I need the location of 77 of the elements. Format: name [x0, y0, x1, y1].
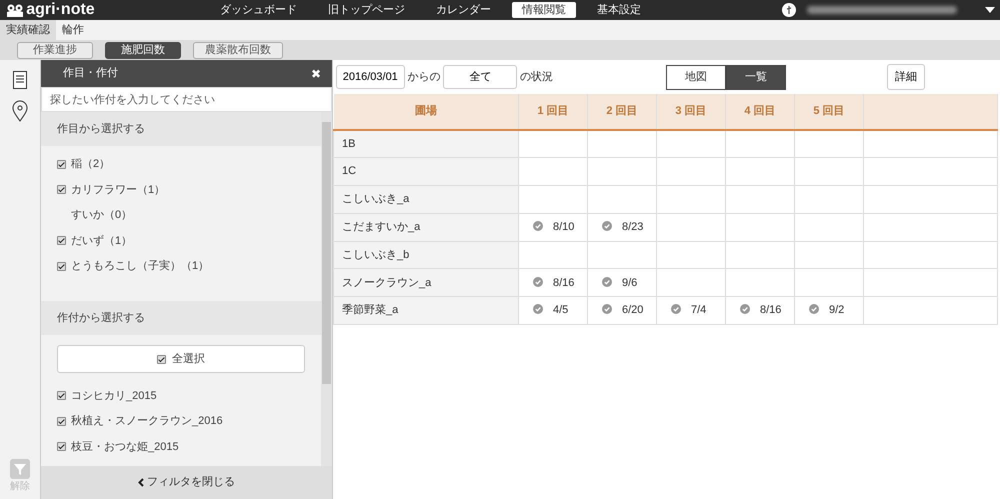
scope-dropdown[interactable]: 全て	[443, 65, 518, 89]
column-header: 4 回目	[726, 94, 794, 130]
nav-link[interactable]: ダッシュボード	[210, 2, 307, 18]
checkbox-label[interactable]: 秋植え・スノークラウン_2016	[71, 413, 223, 430]
field-name-cell: こしいぶき_a	[334, 186, 518, 214]
field-name-cell: 1C	[334, 158, 518, 186]
detail-button[interactable]: 詳細	[886, 64, 925, 90]
date-field[interactable]: 2016/03/01	[336, 65, 405, 89]
logo-text: agri·note	[26, 0, 95, 20]
checkbox[interactable]	[57, 442, 66, 452]
column-header: 2 回目	[588, 94, 656, 130]
map-pin-icon[interactable]	[12, 100, 28, 122]
checkbox-label[interactable]: すいか（0）	[71, 207, 132, 224]
column-header: 1 回目	[518, 94, 588, 130]
panel-title: 作目・作付	[63, 66, 118, 82]
checkbox[interactable]	[57, 262, 66, 271]
scrollbar[interactable]	[321, 112, 332, 466]
checkbox[interactable]	[57, 160, 66, 169]
document-icon[interactable]	[13, 71, 27, 89]
date-text: 9/6	[622, 276, 638, 289]
date-text: 6/20	[622, 304, 644, 316]
date-text: 4/5	[553, 304, 568, 316]
frog-logo-icon	[6, 4, 24, 16]
close-button[interactable]: ✖	[310, 64, 321, 82]
view-toggle[interactable]: 一覧	[726, 64, 786, 90]
check-circle-icon	[533, 304, 543, 314]
checkbox[interactable]	[57, 185, 66, 194]
checkbox-label[interactable]: だいず（1）	[71, 232, 132, 249]
checkbox-label[interactable]: 枝豆・おつな姫_2015	[71, 438, 179, 455]
check-circle-icon	[602, 276, 612, 287]
field-name-cell: こしいぶき_b	[334, 241, 518, 269]
checkbox[interactable]	[57, 391, 66, 400]
checkbox-label[interactable]: コシヒカリ_2015	[71, 388, 157, 404]
view-toggle[interactable]: 地図	[666, 64, 726, 90]
checkbox-label[interactable]: カリフラワー（1）	[71, 182, 166, 198]
checkbox-label[interactable]: 稲（2）	[71, 156, 110, 172]
date-text: 8/10	[553, 221, 574, 234]
tab[interactable]: 施肥回数	[105, 42, 181, 58]
label-text: の状況	[520, 70, 554, 85]
checkbox-label[interactable]: とうもろこし（子実）（1）	[71, 258, 210, 274]
nav-link[interactable]: 情報閲覧	[512, 2, 576, 18]
column-header: 3 回目	[656, 94, 726, 130]
check-circle-icon	[533, 221, 543, 232]
date-text: 8/16	[553, 276, 574, 289]
check-circle-icon	[809, 304, 819, 314]
subnav-tab[interactable]: 実績確認	[0, 20, 56, 40]
dropdown-caret-icon[interactable]	[984, 6, 994, 13]
field-name-cell: 1B	[334, 130, 518, 158]
nav-link[interactable]: 基本設定	[587, 2, 651, 18]
section-heading: 作付から選択する	[41, 301, 321, 335]
date-text: 7/4	[691, 304, 706, 316]
column-header: 5 回目	[794, 94, 864, 130]
chevron-left-icon	[138, 478, 144, 487]
select-all-button[interactable]: 全選択	[57, 345, 305, 373]
section-heading: 作目から選択する	[41, 112, 321, 146]
check-circle-icon	[602, 304, 612, 314]
search-field[interactable]: 探したい作付を入力してください	[41, 87, 332, 112]
date-text: 8/16	[760, 304, 782, 316]
check-circle-icon	[533, 276, 543, 287]
field-name-cell: 季節野菜_a	[334, 296, 518, 325]
date-text: 9/2	[829, 304, 844, 316]
label-text: からの	[408, 70, 441, 85]
check-circle-icon	[602, 221, 612, 232]
check-circle-icon	[740, 304, 750, 314]
close-filter-button[interactable]: フィルタを閉じる	[41, 466, 332, 499]
tab[interactable]: 作業進捗	[17, 42, 93, 58]
nav-link[interactable]: カレンダー	[426, 2, 501, 18]
field-name-cell: こだますいか_a	[334, 213, 518, 242]
nav-link[interactable]: 旧トップページ	[318, 2, 415, 18]
field-name-cell: スノークラウン_a	[334, 268, 518, 297]
subnav-tab[interactable]: 輪作	[56, 20, 90, 40]
checkbox[interactable]	[57, 416, 66, 426]
column-header: 圃場	[334, 94, 518, 130]
tab[interactable]: 農薬散布回数	[193, 42, 283, 58]
date-text: 8/23	[622, 221, 644, 234]
checkbox[interactable]	[57, 236, 66, 246]
check-circle-icon	[671, 304, 681, 314]
